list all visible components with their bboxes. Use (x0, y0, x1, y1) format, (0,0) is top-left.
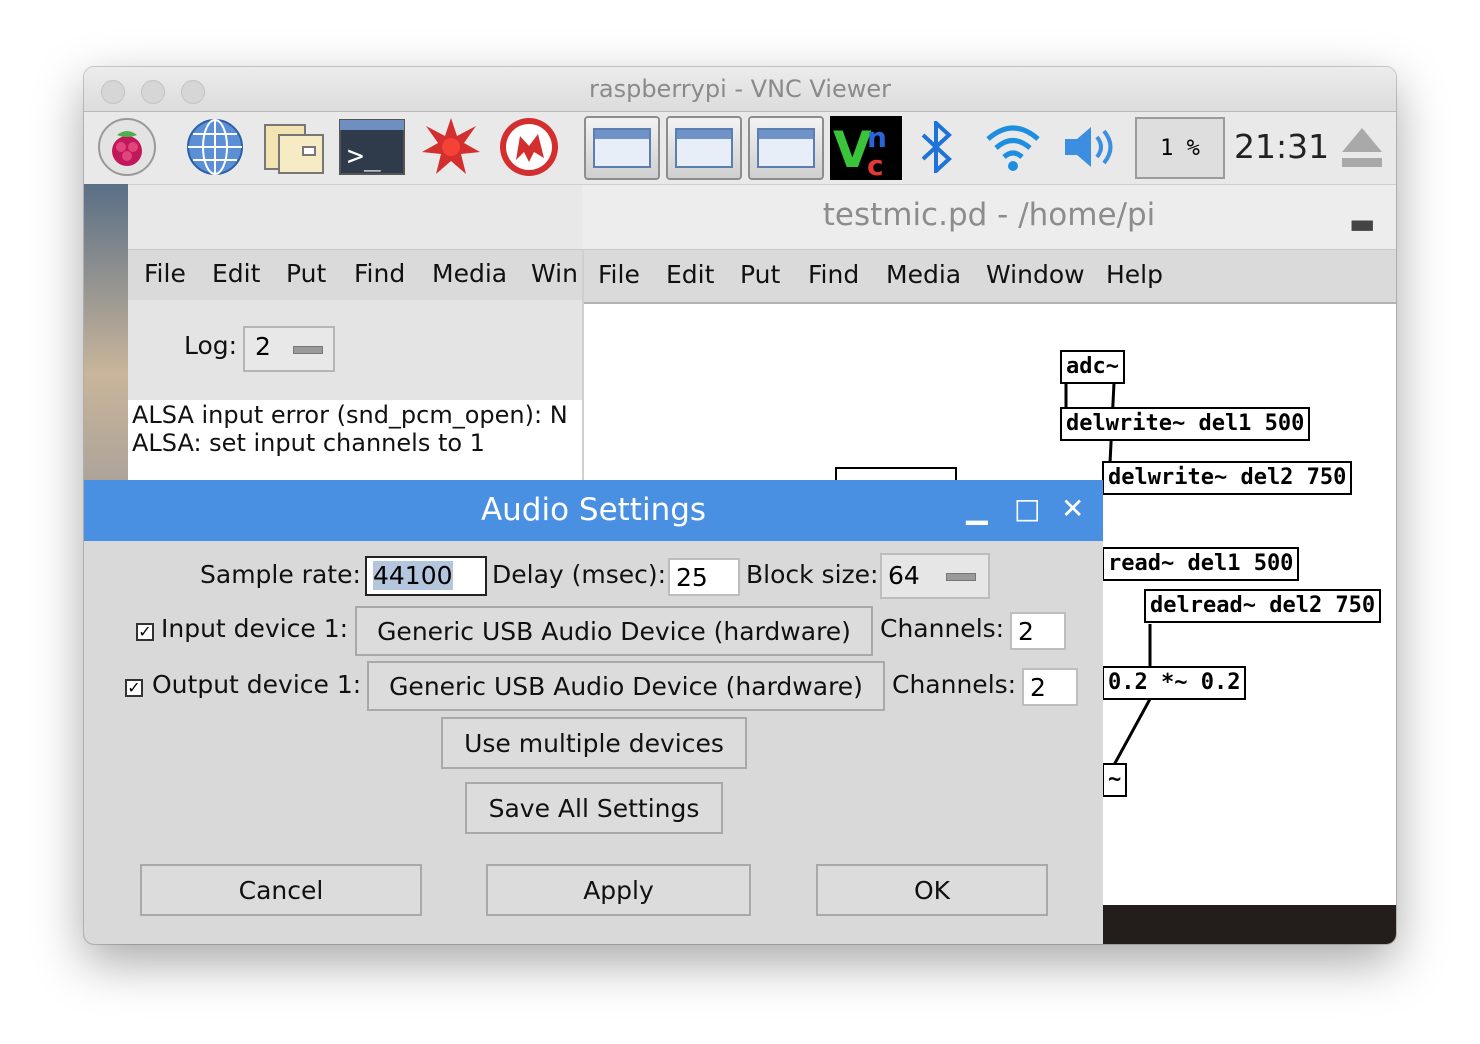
block-size-value: 64 (888, 561, 920, 590)
close-icon[interactable]: ✕ (1061, 492, 1084, 525)
sample-rate-field[interactable]: 44100 (365, 556, 487, 596)
sample-rate-value: 44100 (373, 561, 453, 590)
pd-object-delwrite-del1[interactable]: delwrite~ del1 500 (1060, 407, 1311, 441)
minimize-icon[interactable]: ▁ (966, 492, 988, 525)
output-device-checkbox[interactable]: ✓ (125, 679, 143, 697)
ok-button[interactable]: OK (816, 864, 1048, 916)
input-channels-label: Channels: (880, 614, 1005, 643)
input-device-label: Input device 1: (161, 614, 349, 643)
block-size-select[interactable]: 64 (880, 553, 990, 599)
maximize-icon[interactable]: □ (1014, 492, 1040, 525)
output-channels-value: 2 (1030, 673, 1046, 702)
pd-object-adc[interactable]: adc~ (1060, 350, 1125, 384)
output-device-label: Output device 1: (152, 670, 362, 699)
pd-object-multiply[interactable]: 0.2 *~ 0.2 (1102, 666, 1247, 700)
output-channels-label: Channels: (892, 670, 1017, 699)
pd-object-delread-del1[interactable]: read~ del1 500 (1102, 547, 1300, 581)
delay-value: 25 (676, 563, 708, 592)
dropdown-icon (946, 573, 976, 581)
input-device-checkbox[interactable]: ✓ (136, 623, 154, 641)
apply-button[interactable]: Apply (486, 864, 751, 916)
pd-object-delread-del2[interactable]: delread~ del2 750 (1144, 589, 1382, 623)
input-channels-value: 2 (1018, 617, 1034, 646)
delay-field[interactable]: 25 (668, 558, 740, 596)
use-multiple-devices-button[interactable]: Use multiple devices (441, 717, 747, 769)
save-all-settings-button[interactable]: Save All Settings (465, 782, 723, 834)
dialog-title: Audio Settings (480, 492, 707, 528)
input-device-button[interactable]: Generic USB Audio Device (hardware) (355, 606, 873, 656)
pd-object-dac[interactable]: ~ (1102, 763, 1128, 797)
block-size-label: Block size: (746, 560, 879, 589)
desktop-wallpaper-strip (1102, 905, 1396, 944)
sample-rate-label: Sample rate: (200, 560, 361, 589)
cancel-button[interactable]: Cancel (140, 864, 422, 916)
delay-label: Delay (msec): (492, 560, 667, 589)
output-channels-field[interactable]: 2 (1022, 668, 1078, 706)
pd-object-delwrite-del2[interactable]: delwrite~ del2 750 (1102, 461, 1353, 495)
output-device-button[interactable]: Generic USB Audio Device (hardware) (367, 661, 885, 711)
input-channels-field[interactable]: 2 (1010, 612, 1066, 650)
vnc-viewer-window: raspberrypi - VNC Viewer >_ Vnc 1 % 21:3… (84, 67, 1396, 944)
